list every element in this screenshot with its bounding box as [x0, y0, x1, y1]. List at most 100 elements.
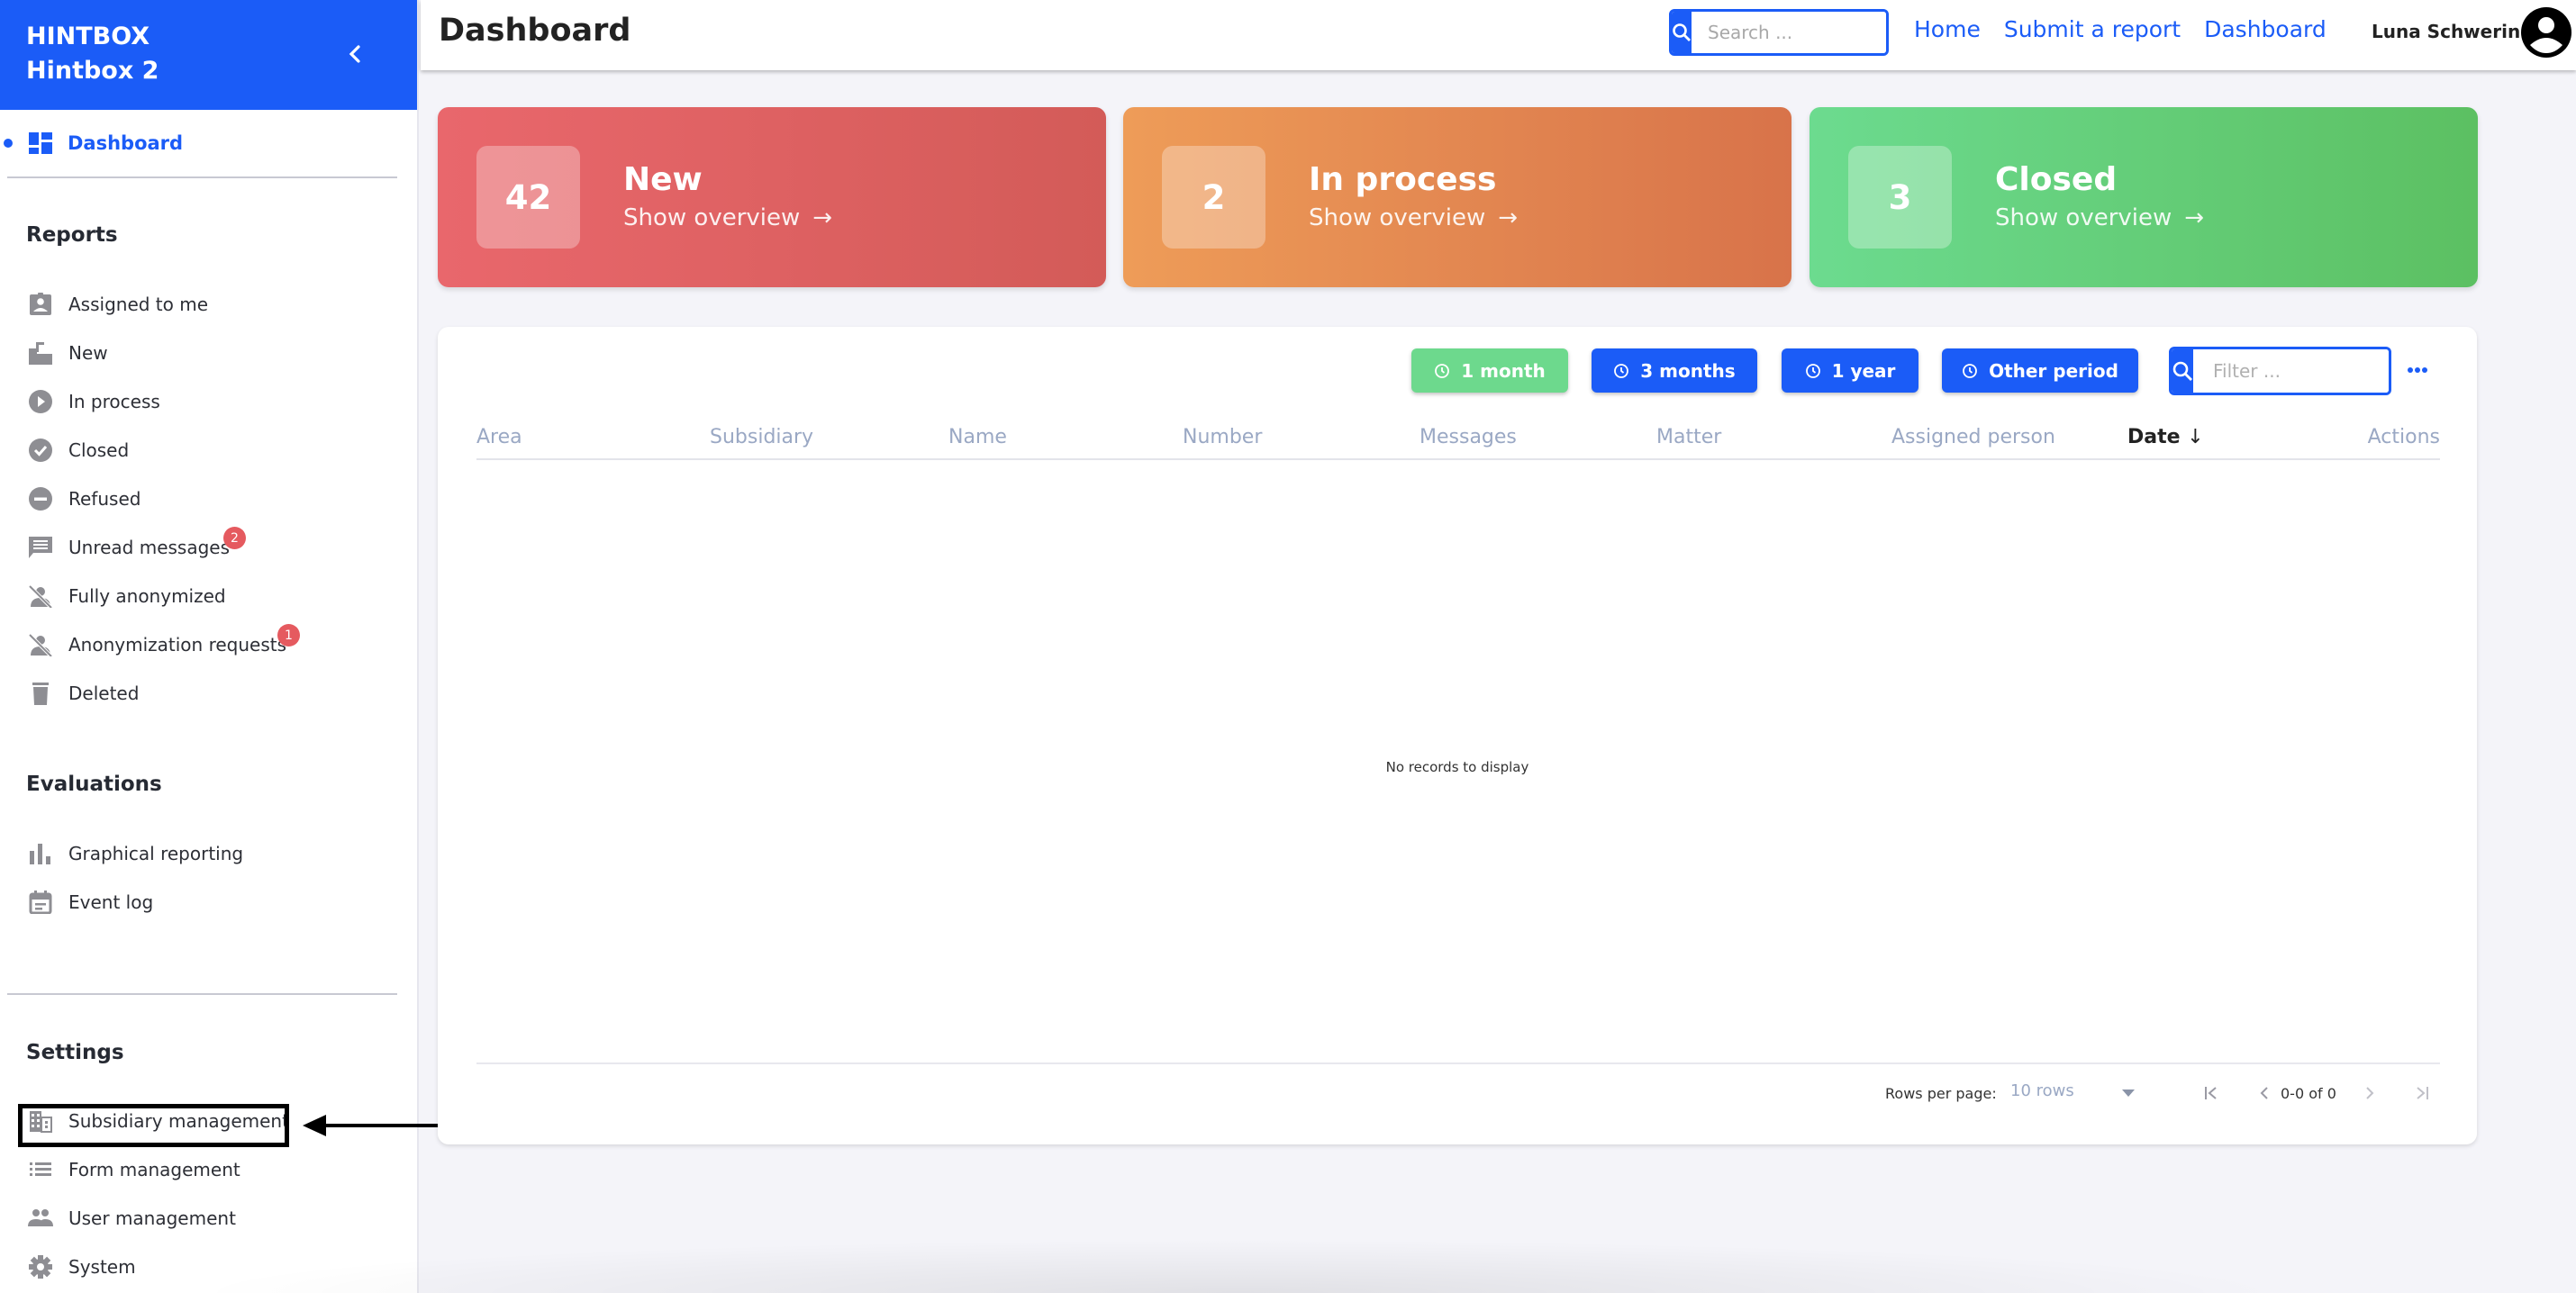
period-button-3-months[interactable]: 3 months	[1592, 348, 1757, 393]
sidebar-item-label: Anonymization requests	[68, 634, 287, 656]
sidebar-item-system[interactable]: System	[0, 1243, 417, 1291]
search-icon	[1673, 23, 1691, 41]
column-header-date[interactable]: Date ↓	[2127, 426, 2204, 448]
sidebar-item-assigned-to-me[interactable]: Assigned to me	[0, 280, 417, 329]
sidebar-item-deleted[interactable]: Deleted	[0, 669, 417, 718]
sidebar-item-fully-anonymized[interactable]: Fully anonymized	[0, 572, 417, 620]
check-circle-icon	[29, 439, 52, 462]
stat-label: Closed	[1995, 161, 2118, 198]
column-header-messages[interactable]: Messages	[1420, 426, 1517, 448]
unread-count-badge: 2	[223, 527, 246, 549]
first-page-button[interactable]	[2198, 1080, 2225, 1107]
column-header-name[interactable]: Name	[948, 426, 1007, 448]
period-label: 1 month	[1461, 359, 1546, 382]
clock-icon	[1614, 363, 1629, 378]
show-overview-link[interactable]: Show overview →	[1995, 204, 2204, 231]
sidebar-item-label: Deleted	[68, 683, 140, 704]
sidebar-item-form-management[interactable]: Form management	[0, 1145, 417, 1194]
topbar: Dashboard Home Submit a report Dashboard…	[421, 0, 2576, 70]
people-icon	[28, 1209, 53, 1226]
list-icon	[30, 1162, 51, 1176]
sidebar-item-refused[interactable]: Refused	[0, 475, 417, 523]
sidebar-item-label: In process	[68, 391, 160, 412]
show-overview-link[interactable]: Show overview →	[623, 204, 832, 231]
rows-per-page-select[interactable]: 10 rows	[2010, 1081, 2136, 1100]
nav-link-home[interactable]: Home	[1914, 16, 1981, 42]
reports-table-panel: 1 month 3 months 1 year Other period Are…	[438, 327, 2477, 1144]
table-header-row: Area Subsidiary Name Number Messages Mat…	[476, 426, 2440, 460]
stat-label: In process	[1309, 161, 1497, 198]
sidebar-item-label: Assigned to me	[68, 294, 209, 315]
bottom-shadow	[180, 1239, 2297, 1293]
stat-card-in-process[interactable]: 2 In process Show overview →	[1123, 107, 1791, 287]
period-button-other-period[interactable]: Other period	[1942, 348, 2138, 393]
sidebar-item-user-management[interactable]: User management	[0, 1194, 417, 1243]
collapse-sidebar-button[interactable]	[339, 38, 371, 70]
chevron-left-icon	[349, 45, 360, 63]
period-label: Other period	[1989, 359, 2118, 382]
nav-link-submit-report[interactable]: Submit a report	[2004, 16, 2181, 42]
column-header-matter[interactable]: Matter	[1656, 426, 1721, 448]
account-circle-icon[interactable]	[2519, 5, 2573, 59]
period-button-1-year[interactable]: 1 year	[1782, 348, 1918, 393]
bar-chart-icon	[30, 844, 50, 864]
sidebar-item-dashboard[interactable]: Dashboard	[0, 110, 417, 176]
top-nav: Home Submit a report Dashboard	[1914, 16, 2327, 42]
show-overview-link[interactable]: Show overview →	[1309, 204, 1518, 231]
play-circle-icon	[29, 390, 52, 413]
stat-label: New	[623, 161, 703, 198]
section-title-settings: Settings	[26, 1041, 124, 1064]
more-horizontal-icon	[2408, 367, 2427, 373]
sidebar-item-label: Fully anonymized	[68, 585, 226, 607]
rows-per-page-label: Rows per page:	[1885, 1085, 1997, 1102]
sidebar-item-label: Unread messages	[68, 537, 231, 558]
sidebar-divider	[7, 993, 397, 995]
sidebar: HINTBOX Hintbox 2 Dashboard Reports Assi…	[0, 0, 419, 1293]
column-label: Date	[2127, 426, 2181, 448]
column-header-area[interactable]: Area	[476, 426, 522, 448]
column-header-number[interactable]: Number	[1183, 426, 1262, 448]
table-filter	[2169, 347, 2391, 395]
sidebar-item-in-process[interactable]: In process	[0, 377, 417, 426]
filter-input[interactable]	[2193, 349, 2389, 393]
previous-page-button[interactable]	[2251, 1080, 2278, 1107]
user-name[interactable]: Luna Schwerin	[2372, 21, 2520, 42]
sidebar-item-label: Event log	[68, 891, 154, 913]
arrow-right-icon: →	[1498, 204, 1519, 231]
rows-per-page-value: 10 rows	[2010, 1081, 2074, 1100]
sidebar-item-unread-messages[interactable]: Unread messages 2	[0, 523, 417, 572]
sidebar-divider	[7, 176, 397, 178]
sidebar-item-anonymization-requests[interactable]: Anonymization requests 1	[0, 620, 417, 669]
sidebar-item-new[interactable]: New	[0, 329, 417, 377]
search-button[interactable]	[1672, 12, 1692, 53]
anonymization-requests-badge: 1	[277, 624, 300, 646]
stat-count: 3	[1848, 146, 1952, 249]
more-options-button[interactable]	[2403, 359, 2432, 381]
sidebar-item-label: Graphical reporting	[68, 843, 244, 864]
filter-search-button[interactable]	[2172, 349, 2193, 393]
sidebar-item-event-log[interactable]: Event log	[0, 878, 417, 927]
column-header-assigned-person[interactable]: Assigned person	[1891, 426, 2055, 448]
chevron-right-icon	[2366, 1087, 2374, 1099]
last-page-button[interactable]	[2408, 1080, 2435, 1107]
last-page-icon	[2417, 1087, 2428, 1099]
link-text: Show overview	[1309, 204, 1486, 231]
sidebar-item-graphical-reporting[interactable]: Graphical reporting	[0, 829, 417, 878]
search-input[interactable]	[1692, 12, 1886, 53]
clock-icon	[1805, 363, 1820, 378]
page-title: Dashboard	[439, 13, 631, 49]
stat-card-closed[interactable]: 3 Closed Show overview →	[1810, 107, 2478, 287]
section-title-reports: Reports	[26, 223, 118, 247]
sidebar-item-label: User management	[68, 1207, 236, 1229]
next-page-button[interactable]	[2356, 1080, 2383, 1107]
column-header-subsidiary[interactable]: Subsidiary	[710, 426, 813, 448]
assignment-ind-icon	[30, 293, 51, 315]
message-icon	[29, 537, 52, 558]
nav-link-dashboard[interactable]: Dashboard	[2204, 16, 2327, 42]
period-button-1-month[interactable]: 1 month	[1411, 348, 1568, 393]
empty-state-message: No records to display	[1385, 759, 1529, 775]
sidebar-item-closed[interactable]: Closed	[0, 426, 417, 475]
column-header-actions: Actions	[2367, 426, 2440, 448]
sidebar-item-label: Dashboard	[68, 132, 184, 154]
stat-card-new[interactable]: 42 New Show overview →	[438, 107, 1106, 287]
